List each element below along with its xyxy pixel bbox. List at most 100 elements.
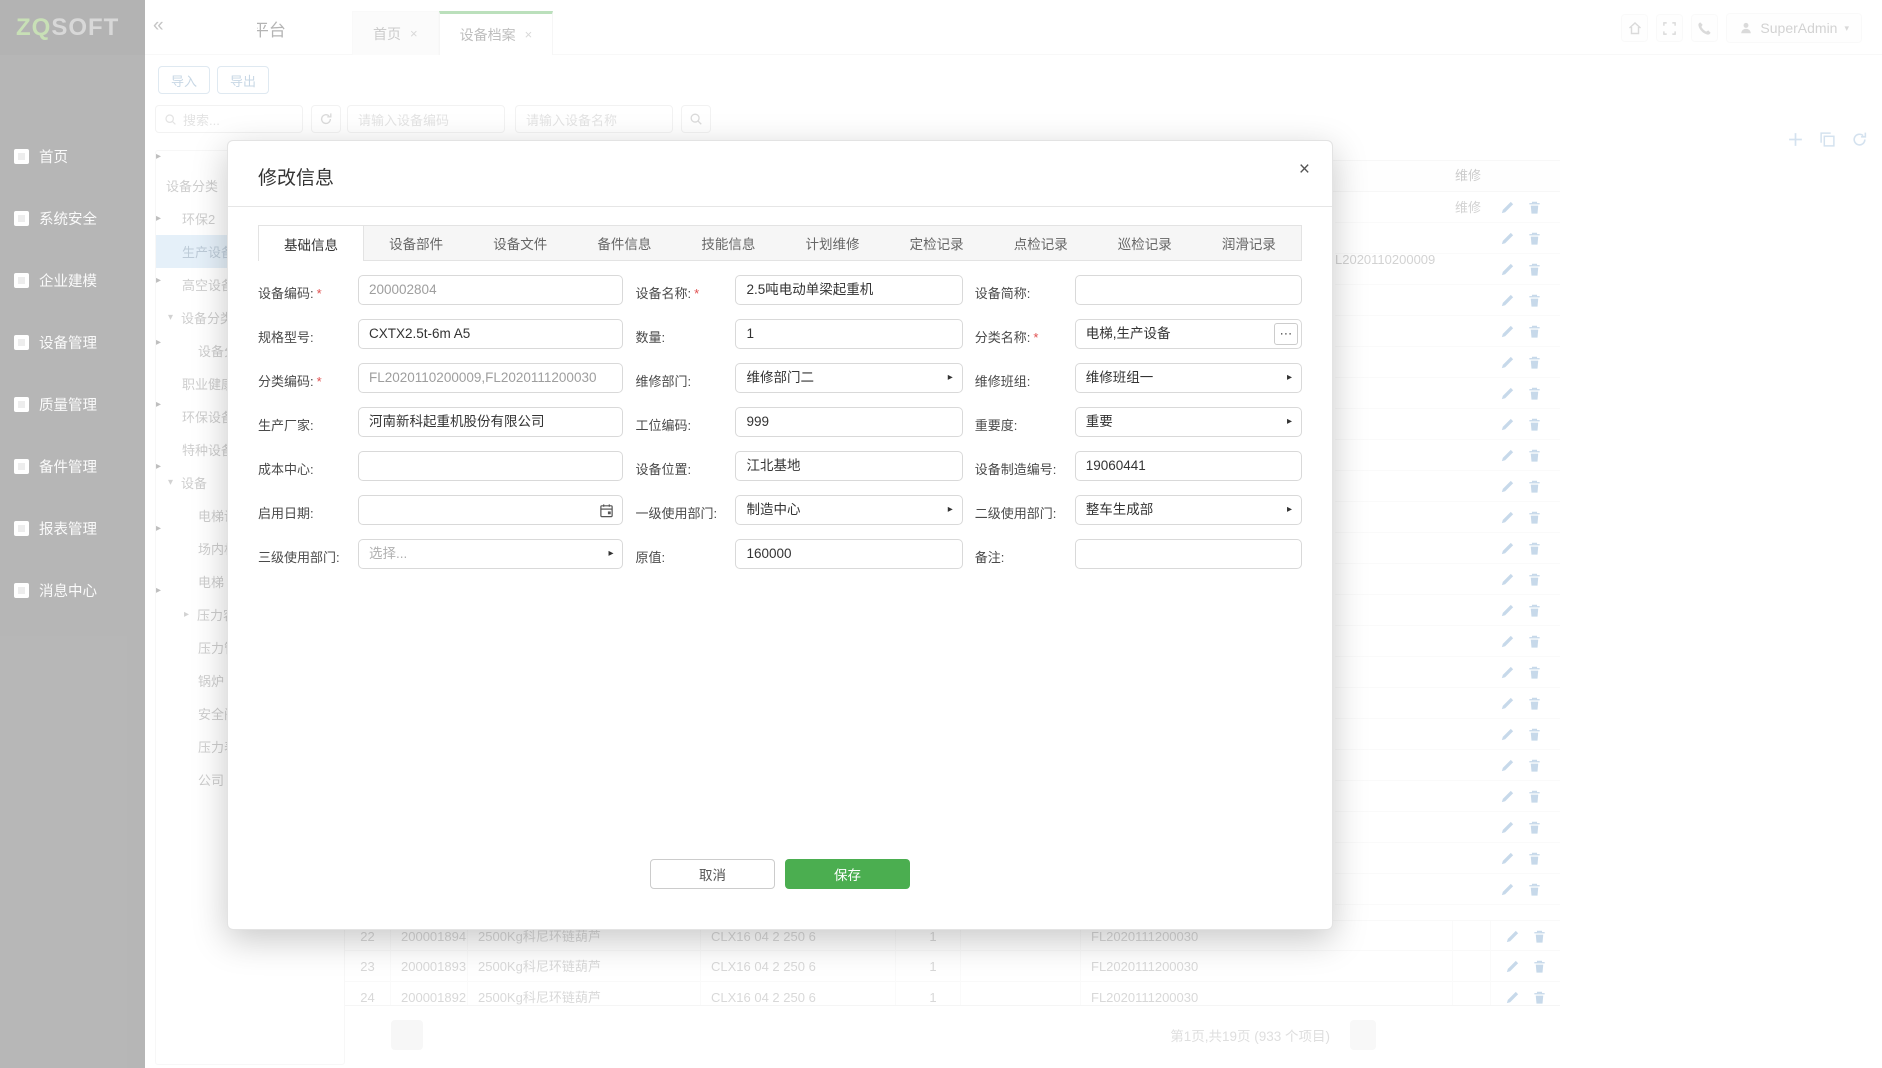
field-input[interactable]: 重要 ▸	[1075, 407, 1302, 437]
field-input[interactable]: 江北基地	[735, 451, 962, 481]
app: ZQSOFT 首页 ▸ 系统安全 ▸ 企业建模 ▸ 设备管理 ▸ 质量管理	[0, 0, 1882, 1068]
field-label: 设备编码:*	[258, 275, 358, 302]
field-input[interactable]: 160000	[735, 539, 962, 569]
field-label: 生产厂家:	[258, 407, 358, 434]
field-label: 设备名称:*	[635, 275, 735, 302]
dialog-tab[interactable]: 设备文件	[468, 226, 572, 260]
field-input[interactable]: FL2020110200009,FL2020111200030	[358, 363, 623, 393]
dialog-tab-label: 设备部件	[389, 233, 443, 253]
required-asterisk: *	[317, 374, 322, 389]
dialog-tab-label: 润滑记录	[1222, 233, 1276, 253]
field-value: 999	[736, 408, 961, 436]
dialog-tab[interactable]: 设备部件	[364, 226, 468, 260]
dialog-tab-label: 点检记录	[1014, 233, 1068, 253]
save-button[interactable]: 保存	[785, 859, 910, 889]
dialog-tab[interactable]: 定检记录	[885, 226, 989, 260]
field-input[interactable]: CXTX2.5t-6m A5	[358, 319, 623, 349]
field-label: 工位编码:	[635, 407, 735, 434]
form-field: 一级使用部门: 制造中心 ▸	[635, 495, 962, 525]
dialog-tab-label: 设备文件	[493, 233, 547, 253]
field-label: 启用日期:	[258, 495, 358, 522]
field-value: 200002804	[359, 276, 622, 304]
form-field: 设备位置: 江北基地	[635, 451, 962, 481]
dialog-tab[interactable]: 备件信息	[572, 226, 676, 260]
field-input[interactable]	[358, 495, 623, 525]
dialog-tab[interactable]: 点检记录	[989, 226, 1093, 260]
form-field: 设备编码:* 200002804	[258, 275, 623, 305]
calendar-icon[interactable]	[599, 503, 614, 523]
dialog-header: 修改信息 ×	[228, 141, 1332, 207]
field-label: 二级使用部门:	[975, 495, 1075, 522]
field-input[interactable]: 维修班组一 ▸	[1075, 363, 1302, 393]
form-field: 工位编码: 999	[635, 407, 962, 437]
form-field: 原值: 160000	[635, 539, 962, 569]
form-field: 数量: 1	[635, 319, 962, 349]
form-field: 启用日期:	[258, 495, 623, 525]
field-label: 三级使用部门:	[258, 539, 358, 566]
field-label: 维修部门:	[635, 363, 735, 390]
required-asterisk: *	[694, 286, 699, 301]
field-input[interactable]: 2.5吨电动单梁起重机	[735, 275, 962, 305]
dropdown-arrow-icon[interactable]: ▸	[948, 496, 953, 524]
required-asterisk: *	[317, 286, 322, 301]
field-value: 河南新科起重机股份有限公司	[359, 408, 622, 436]
dialog-tab[interactable]: 计划维修	[780, 226, 884, 260]
field-input[interactable]: 选择... ▸	[358, 539, 623, 569]
form-field: 维修部门: 维修部门二 ▸	[635, 363, 962, 393]
dialog-tab-label: 计划维修	[806, 233, 860, 253]
field-value: 江北基地	[736, 452, 961, 480]
field-label: 重要度:	[975, 407, 1075, 434]
form-field: 规格型号: CXTX2.5t-6m A5	[258, 319, 623, 349]
dropdown-arrow-icon[interactable]: ▸	[1287, 408, 1292, 436]
field-label: 设备简称:	[975, 275, 1075, 302]
dialog-tab[interactable]: 润滑记录	[1197, 226, 1301, 260]
dialog-tabstrip: 基础信息 设备部件 设备文件 备件信息 技能信息 计划维修 定检记录 点检记录 …	[258, 225, 1302, 261]
field-input[interactable]: 河南新科起重机股份有限公司	[358, 407, 623, 437]
close-icon[interactable]: ×	[1299, 159, 1310, 181]
dropdown-arrow-icon[interactable]: ▸	[608, 540, 613, 568]
dialog-title: 修改信息	[258, 168, 334, 189]
form-field: 三级使用部门: 选择... ▸	[258, 539, 623, 569]
field-label: 一级使用部门:	[635, 495, 735, 522]
basic-info-form: 设备编码:* 200002804 设备名称:* 2.5吨电动单梁起重机 设备简称…	[258, 275, 1302, 569]
dropdown-arrow-icon[interactable]: ▸	[948, 364, 953, 392]
field-value: 160000	[736, 540, 961, 568]
field-input[interactable]: 整车生成部 ▸	[1075, 495, 1302, 525]
field-input[interactable]	[358, 451, 623, 481]
field-label: 设备制造编号:	[975, 451, 1075, 478]
form-field: 成本中心:	[258, 451, 623, 481]
field-label: 数量:	[635, 319, 735, 346]
field-input[interactable]: 1	[735, 319, 962, 349]
field-value: 整车生成部	[1076, 496, 1301, 524]
dialog-tab-label: 备件信息	[597, 233, 651, 253]
dialog-tab[interactable]: 技能信息	[676, 226, 780, 260]
form-field: 设备名称:* 2.5吨电动单梁起重机	[635, 275, 962, 305]
field-input[interactable]: 制造中心 ▸	[735, 495, 962, 525]
field-label: 规格型号:	[258, 319, 358, 346]
lookup-button[interactable]: ⋯	[1274, 323, 1298, 345]
field-value: CXTX2.5t-6m A5	[359, 320, 622, 348]
field-input[interactable]: 维修部门二 ▸	[735, 363, 962, 393]
field-value: FL2020110200009,FL2020111200030	[359, 364, 622, 392]
field-label: 原值:	[635, 539, 735, 566]
dialog-footer: 取消 保存	[228, 859, 1332, 889]
field-input[interactable]	[1075, 275, 1302, 305]
cancel-button[interactable]: 取消	[650, 859, 775, 889]
dropdown-arrow-icon[interactable]: ▸	[1287, 364, 1292, 392]
field-input[interactable]: 19060441	[1075, 451, 1302, 481]
field-value: 维修部门二	[736, 364, 961, 392]
dialog-tab-label: 巡检记录	[1118, 233, 1172, 253]
form-field: 维修班组: 维修班组一 ▸	[975, 363, 1302, 393]
dialog-tab[interactable]: 基础信息	[259, 226, 364, 261]
dialog-tab-label: 定检记录	[910, 233, 964, 253]
field-input[interactable]: 999	[735, 407, 962, 437]
dialog-tab[interactable]: 巡检记录	[1093, 226, 1197, 260]
field-input[interactable]: 200002804	[358, 275, 623, 305]
dropdown-arrow-icon[interactable]: ▸	[1287, 496, 1292, 524]
field-label: 维修班组:	[975, 363, 1075, 390]
form-field: 重要度: 重要 ▸	[975, 407, 1302, 437]
field-input[interactable]: 电梯,生产设备 ⋯	[1075, 319, 1302, 349]
field-value: 2.5吨电动单梁起重机	[736, 276, 961, 304]
field-input[interactable]	[1075, 539, 1302, 569]
field-value: 选择...	[359, 540, 622, 568]
